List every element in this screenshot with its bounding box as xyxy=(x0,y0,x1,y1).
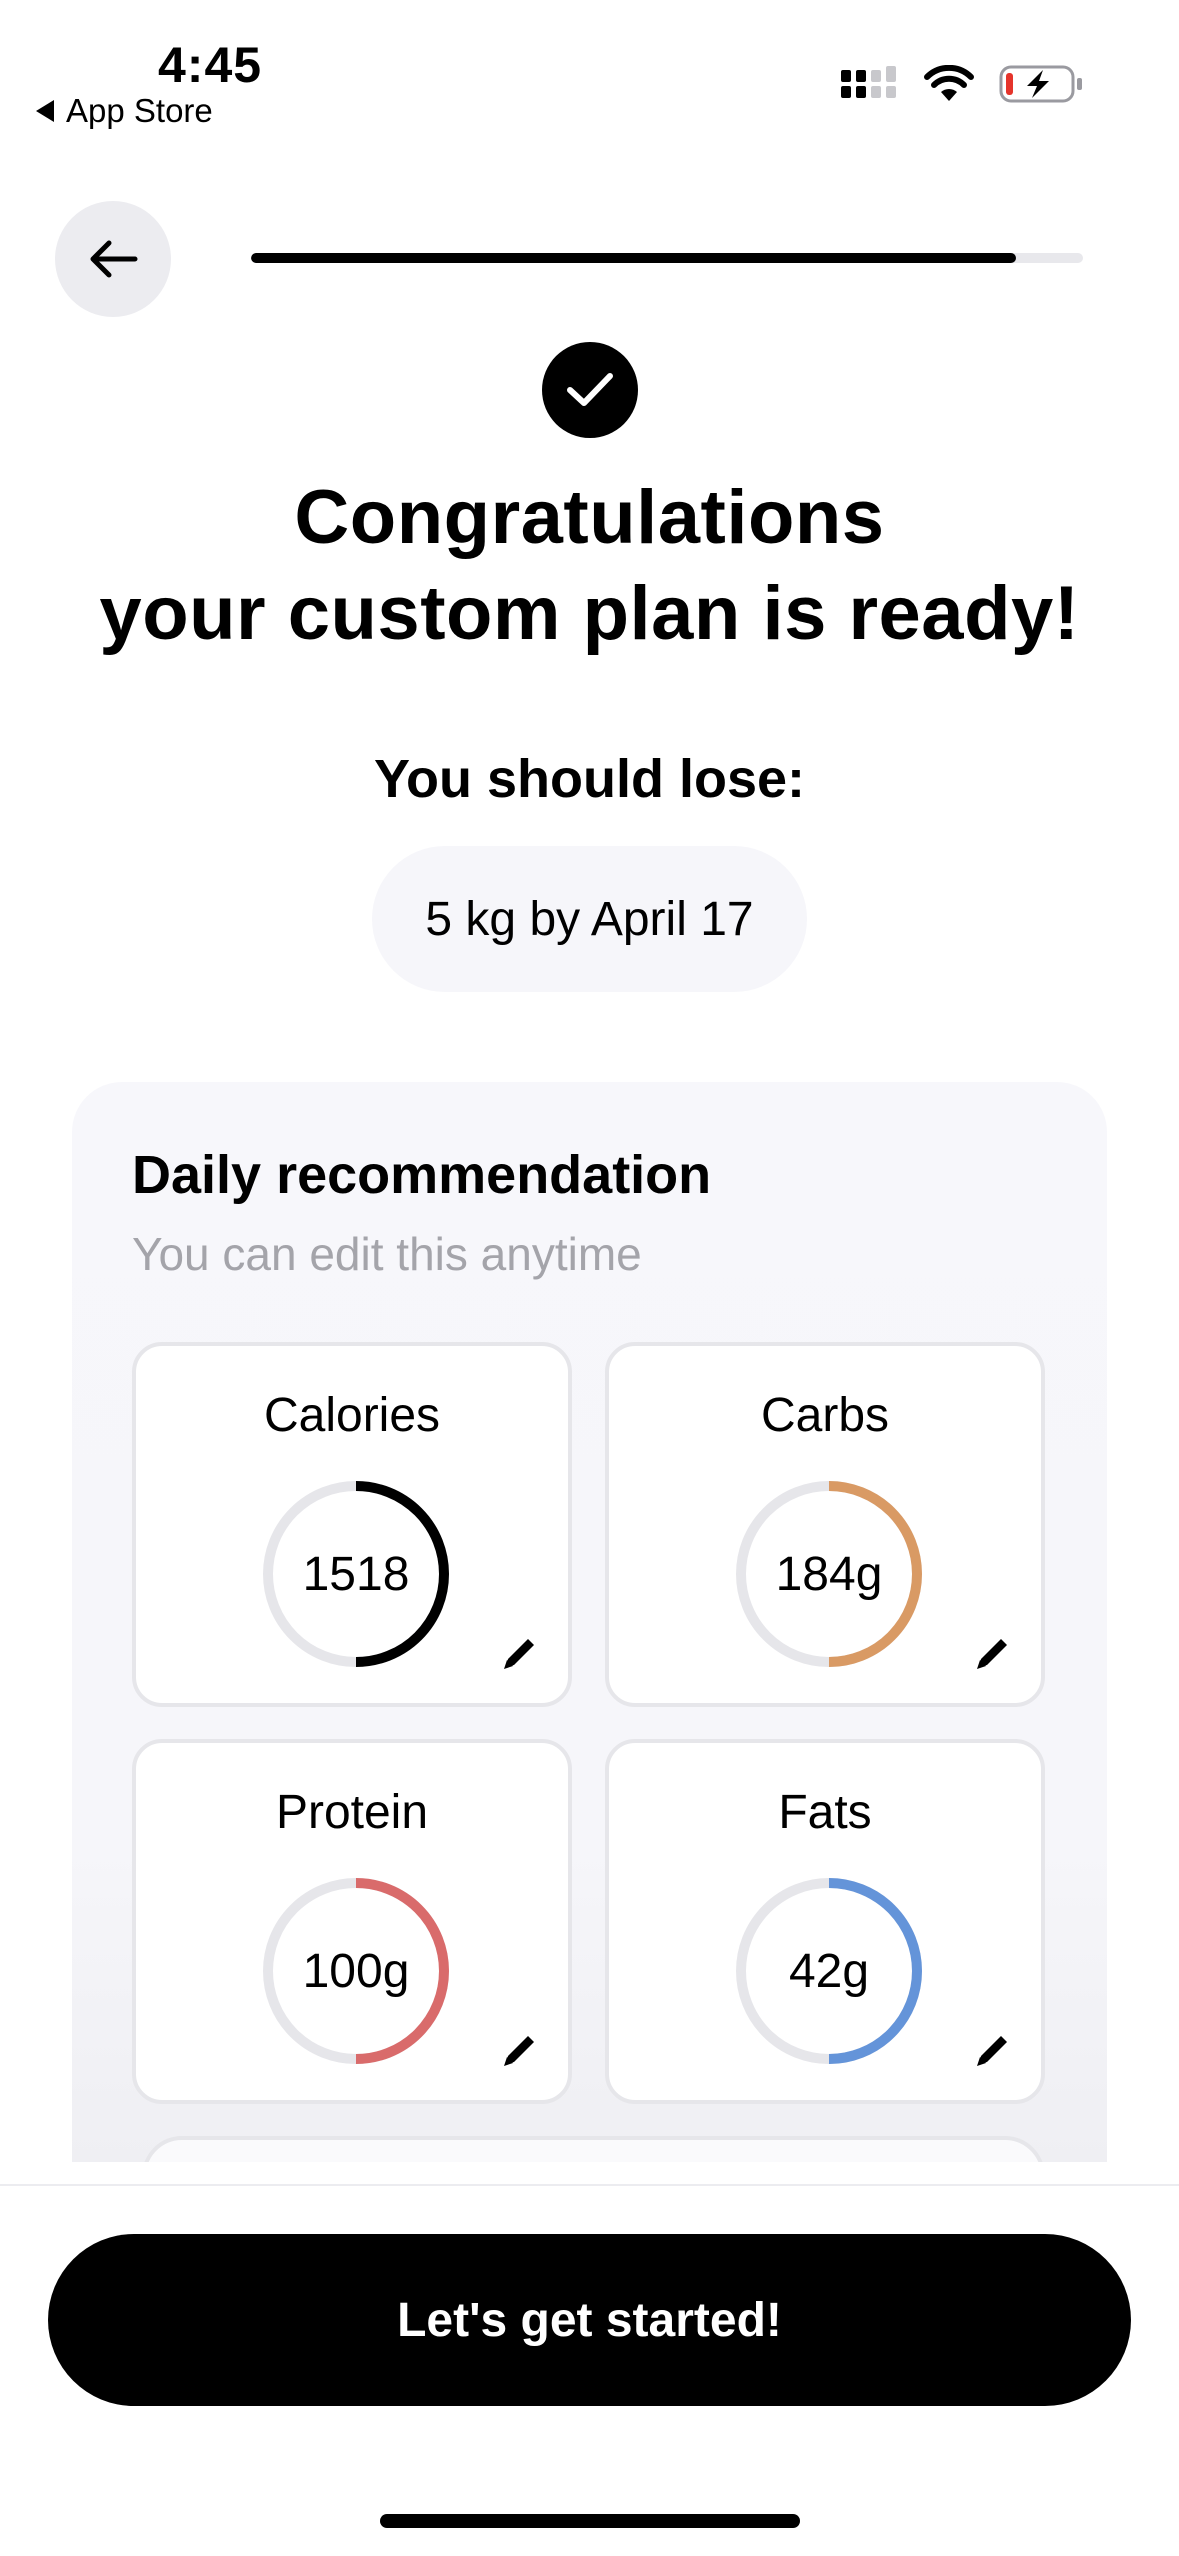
page-title: Congratulations your custom plan is read… xyxy=(0,470,1179,662)
back-button[interactable] xyxy=(55,201,171,317)
title-line-2: your custom plan is ready! xyxy=(99,571,1080,656)
onboarding-progress-bar xyxy=(251,253,1083,263)
pencil-icon[interactable] xyxy=(969,2026,1017,2074)
cellular-signal-icon xyxy=(841,66,896,98)
macro-card-fats[interactable]: Fats 42g xyxy=(605,1739,1045,2104)
daily-recommendation-subtitle: You can edit this anytime xyxy=(132,1228,642,1280)
progress-fill xyxy=(251,253,1017,263)
macro-label: Protein xyxy=(275,1786,429,1839)
screen: 4:45 App Store Congratulations your cust… xyxy=(0,0,1179,2556)
macro-value: 100g xyxy=(302,1944,410,1998)
arrow-left-icon xyxy=(90,240,138,278)
success-check-badge xyxy=(542,342,638,438)
macro-label: Fats xyxy=(778,1786,872,1839)
daily-recommendation-card: Daily recommendation You can edit this a… xyxy=(72,1082,1107,2162)
title-line-1: Congratulations xyxy=(294,475,885,560)
macro-value: 42g xyxy=(788,1944,870,1998)
status-icons xyxy=(839,64,1083,104)
back-app-label: App Store xyxy=(66,92,213,129)
wifi-icon xyxy=(924,65,974,101)
macro-label: Calories xyxy=(263,1389,441,1442)
back-to-app-store[interactable]: App Store xyxy=(36,92,213,130)
next-card-peek xyxy=(142,2136,1045,2162)
macro-value: 184g xyxy=(775,1547,883,1601)
daily-recommendation-title: Daily recommendation xyxy=(132,1145,712,1205)
macro-value: 1518 xyxy=(302,1547,410,1601)
home-indicator[interactable] xyxy=(380,2514,800,2528)
macro-card-carbs[interactable]: Carbs 184g xyxy=(605,1342,1045,1707)
macro-card-protein[interactable]: Protein 100g xyxy=(132,1739,572,2104)
pencil-icon[interactable] xyxy=(496,2026,544,2074)
goal-value-pill: 5 kg by April 17 xyxy=(372,846,807,992)
macro-label: Carbs xyxy=(760,1389,890,1442)
pencil-icon[interactable] xyxy=(496,1629,544,1677)
macro-card-calories[interactable]: Calories 1518 xyxy=(132,1342,572,1707)
get-started-button[interactable]: Let's get started! xyxy=(48,2234,1131,2406)
checkmark-icon xyxy=(567,373,613,406)
battery-charging-icon xyxy=(999,65,1082,103)
status-time: 4:45 xyxy=(158,37,263,93)
goal-label: You should lose: xyxy=(374,749,805,809)
back-triangle-icon xyxy=(36,100,54,122)
pencil-icon[interactable] xyxy=(969,1629,1017,1677)
